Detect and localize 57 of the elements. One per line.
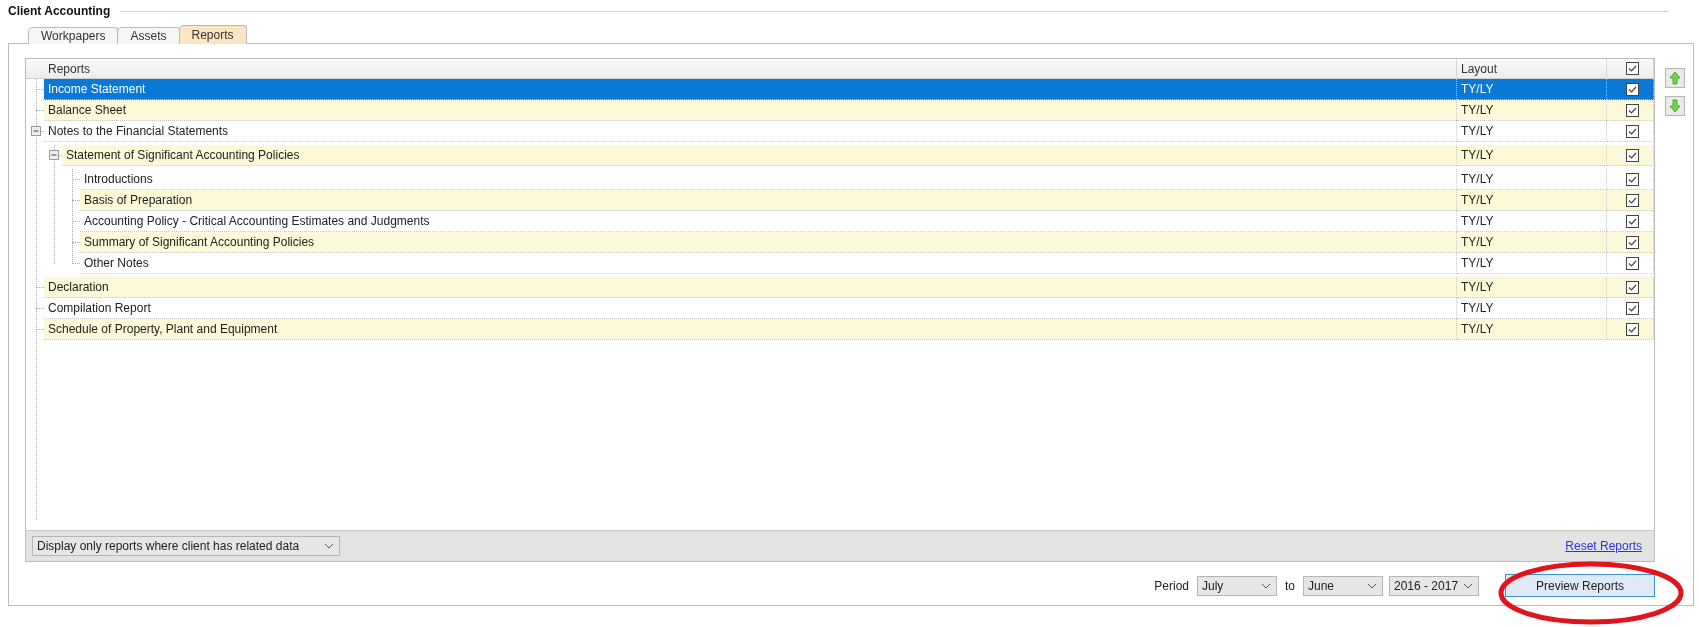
arrow-up-icon (1669, 71, 1681, 85)
period-label: Period (1154, 578, 1189, 593)
checkbox[interactable] (1625, 103, 1639, 117)
report-name[interactable]: Notes to the Financial Statements (44, 121, 1457, 142)
tab[interactable]: Assets (117, 27, 180, 44)
chevron-down-icon (1261, 582, 1271, 589)
layout-cell: TY/LY (1457, 79, 1607, 100)
window-title: Client Accounting (8, 4, 111, 18)
report-name[interactable]: Summary of Significant Accounting Policies (80, 232, 1457, 253)
checkbox[interactable] (1625, 301, 1639, 315)
checkbox[interactable] (1625, 256, 1639, 270)
checkbox[interactable] (1625, 124, 1639, 138)
checkbox[interactable] (1625, 322, 1639, 336)
report-name[interactable]: Compilation Report (44, 298, 1457, 319)
report-name[interactable]: Basis of Preparation (80, 190, 1457, 211)
checkbox[interactable] (1625, 62, 1639, 75)
report-name[interactable]: Income Statement (44, 79, 1457, 100)
report-name[interactable]: Introductions (80, 169, 1457, 190)
checkbox[interactable] (1625, 148, 1639, 162)
layout-cell: TY/LY (1457, 211, 1607, 232)
reset-reports-link[interactable]: Reset Reports (1565, 539, 1642, 553)
layout-cell: TY/LY (1457, 145, 1607, 166)
layout-cell: TY/LY (1457, 100, 1607, 121)
layout-cell: TY/LY (1457, 298, 1607, 319)
checkbox[interactable] (1625, 193, 1639, 207)
report-name[interactable]: Declaration (44, 277, 1457, 298)
chevron-down-icon (1367, 582, 1377, 589)
filter-dropdown[interactable]: Display only reports where client has related data (32, 536, 340, 556)
chevron-down-icon (1463, 582, 1473, 589)
arrow-down-icon (1669, 99, 1681, 113)
checkbox[interactable] (1625, 235, 1639, 249)
checkbox[interactable] (1625, 280, 1639, 294)
report-name[interactable]: Other Notes (80, 253, 1457, 274)
chevron-down-icon (324, 543, 334, 549)
year-dropdown[interactable]: 2016 - 2017 (1389, 575, 1479, 596)
to-month-dropdown[interactable]: June (1303, 575, 1383, 596)
checkbox[interactable] (1625, 82, 1639, 96)
report-name[interactable]: Statement of Significant Accounting Policies (62, 145, 1457, 166)
layout-cell: TY/LY (1457, 232, 1607, 253)
checkbox[interactable] (1625, 172, 1639, 186)
tab[interactable]: Workpapers (28, 27, 119, 44)
column-header: Layout (1461, 61, 1498, 76)
layout-cell: TY/LY (1457, 277, 1607, 298)
checkbox[interactable] (1625, 214, 1639, 228)
layout-cell: TY/LY (1457, 253, 1607, 274)
report-name[interactable]: Balance Sheet (44, 100, 1457, 121)
tab[interactable]: Reports (178, 25, 247, 44)
from-month-dropdown[interactable]: July (1197, 575, 1277, 596)
layout-cell: TY/LY (1457, 319, 1607, 340)
report-name[interactable]: Accounting Policy - Critical Accounting Estimates and Judgments (80, 211, 1457, 232)
layout-cell: TY/LY (1457, 190, 1607, 211)
layout-cell: TY/LY (1457, 121, 1607, 142)
report-name[interactable]: Schedule of Property, Plant and Equipment (44, 319, 1457, 340)
layout-cell: TY/LY (1457, 169, 1607, 190)
to-label: to (1285, 578, 1295, 593)
preview-reports-button[interactable]: Preview Reports (1505, 574, 1655, 597)
column-header: Reports (48, 61, 91, 76)
